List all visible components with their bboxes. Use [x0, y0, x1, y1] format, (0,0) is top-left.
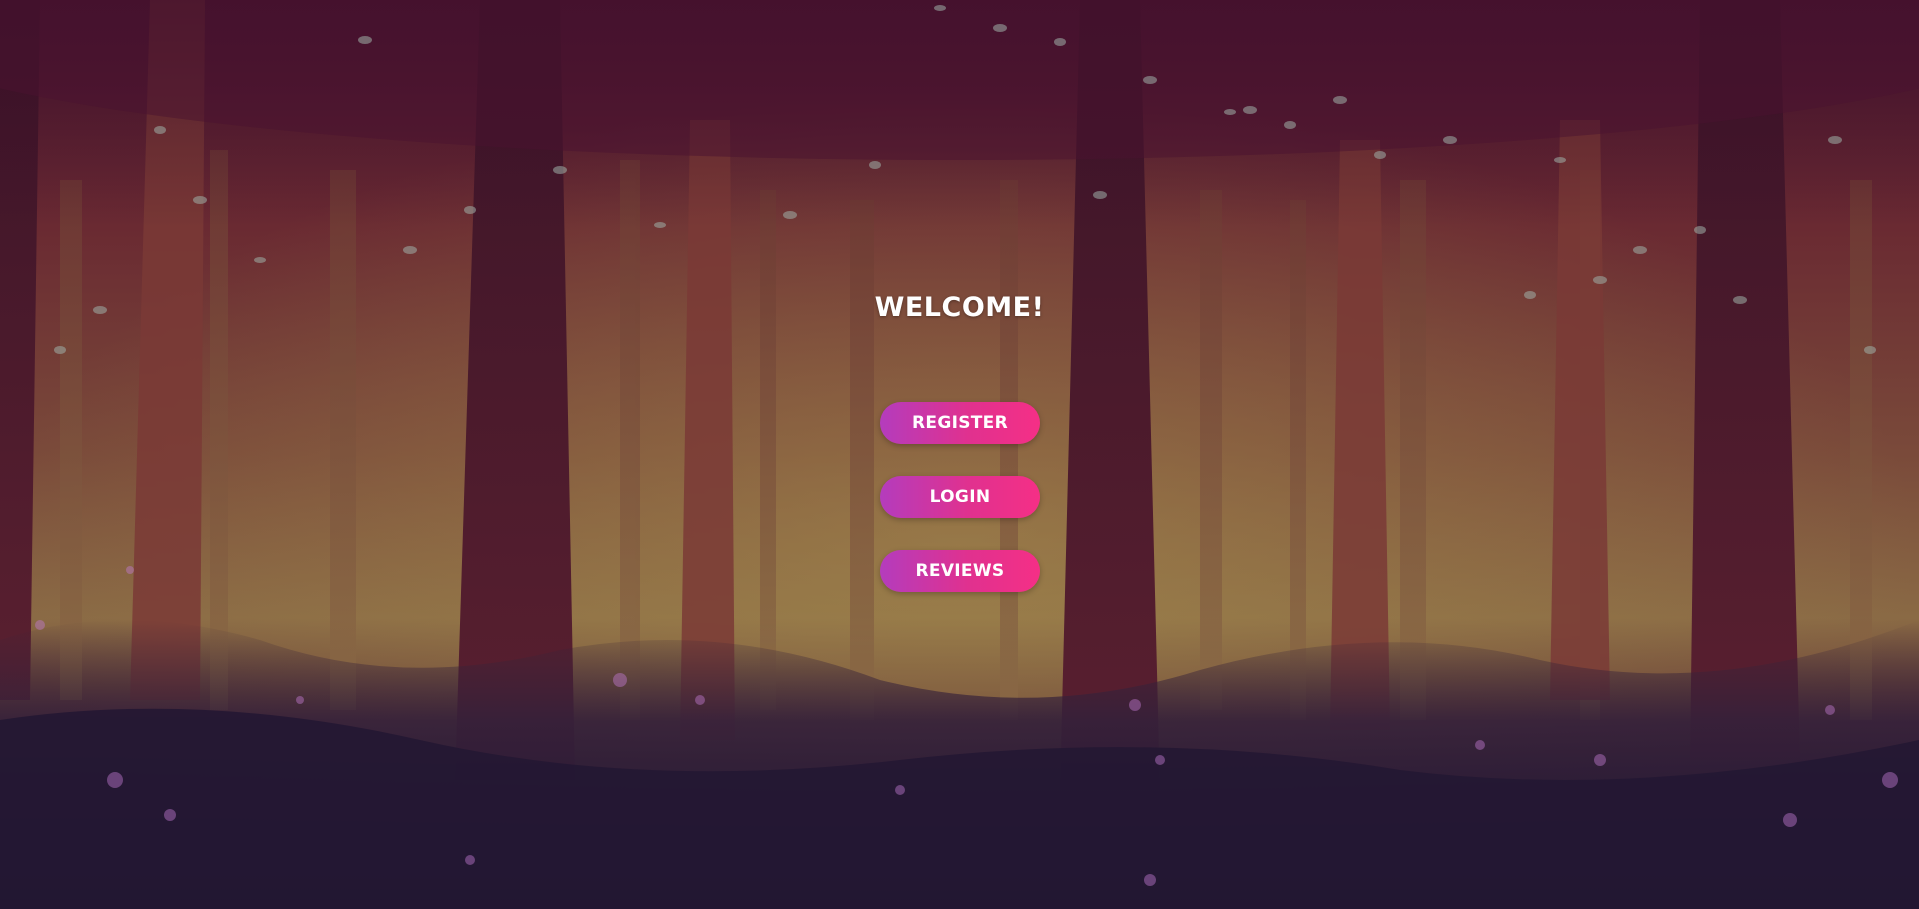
register-button[interactable]: REGISTER	[880, 402, 1040, 444]
login-button[interactable]: LOGIN	[880, 476, 1040, 518]
welcome-screen: WELCOME! REGISTER LOGIN REVIEWS	[0, 0, 1919, 909]
page-title: WELCOME!	[874, 292, 1045, 323]
reviews-button[interactable]: REVIEWS	[880, 550, 1040, 592]
welcome-panel: WELCOME! REGISTER LOGIN REVIEWS	[0, 0, 1919, 909]
